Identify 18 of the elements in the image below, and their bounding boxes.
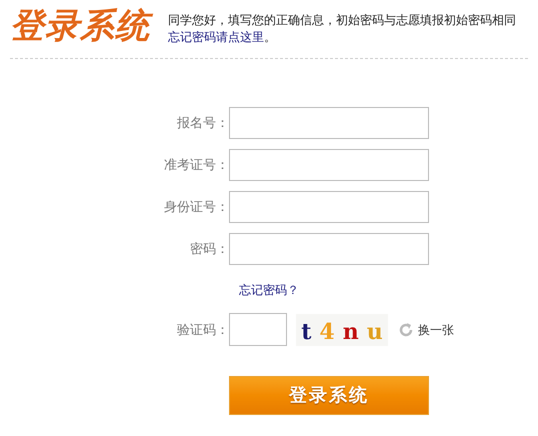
refresh-icon — [398, 322, 414, 338]
field-label: 身份证号： — [163, 198, 229, 216]
notice-text: 同学您好，填写您的正确信息，初始密码与志愿填报初始密码相同 — [168, 12, 516, 29]
captcha-image: t 4 n u — [296, 314, 388, 346]
input-field[interactable] — [229, 191, 429, 223]
input-field[interactable] — [229, 107, 429, 139]
field-label: 报名号： — [176, 114, 229, 132]
captcha-field[interactable] — [229, 313, 287, 346]
field-label: 准考证号： — [163, 156, 229, 174]
page-title: 登录系统 — [10, 6, 168, 46]
punctuation-text: 。 — [264, 29, 276, 46]
forgot-password-link[interactable]: 忘记密码？ — [239, 281, 299, 299]
input-field[interactable] — [229, 233, 429, 265]
refresh-captcha-button[interactable]: 换一张 — [398, 320, 454, 338]
reset-password-link[interactable]: 忘记密码请点这里 — [168, 29, 264, 46]
captcha-label: 验证码： — [176, 320, 229, 339]
field-label: 密码： — [189, 240, 229, 258]
input-field[interactable] — [229, 149, 429, 181]
